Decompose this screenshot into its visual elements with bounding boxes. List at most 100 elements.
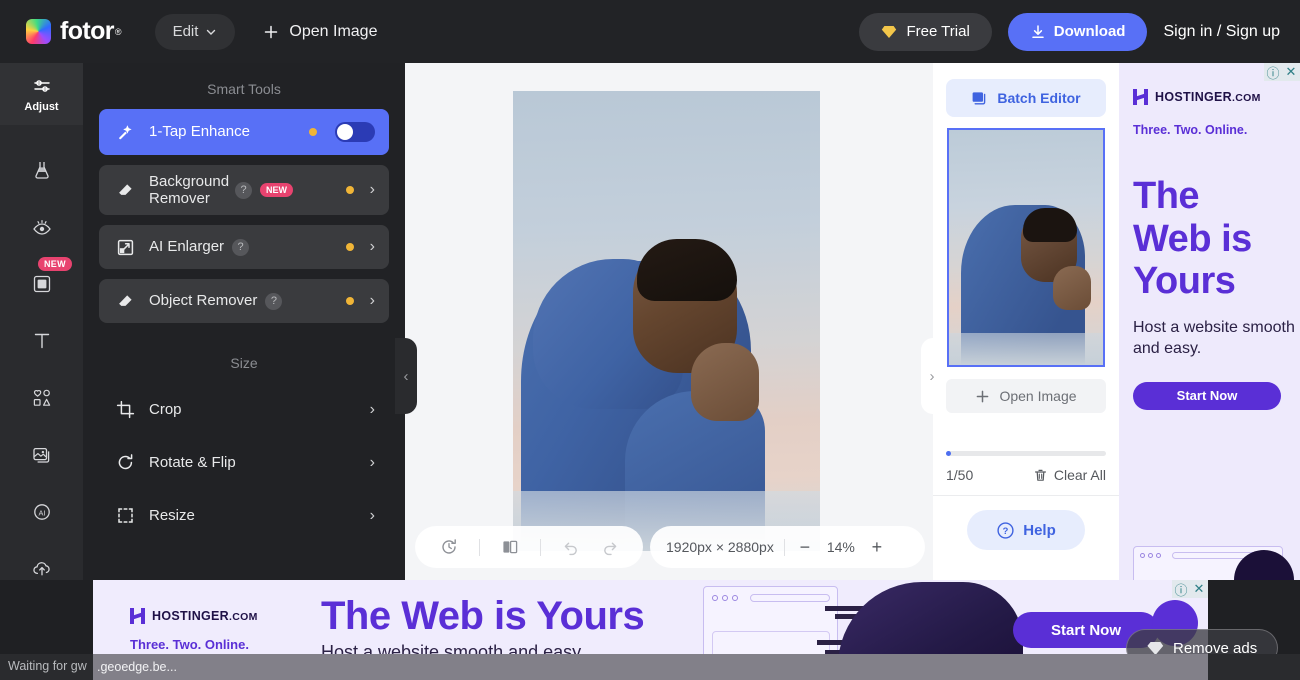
sidebar-item-frame[interactable]: NEW [0, 255, 83, 312]
compare-icon[interactable] [501, 538, 519, 556]
ad-headline: The Web is Yours [321, 594, 645, 638]
trash-icon [1034, 469, 1046, 481]
history-reset-icon[interactable] [440, 538, 458, 556]
eye-icon [32, 219, 51, 235]
tool-ai-enlarger[interactable]: AI Enlarger ? › [99, 225, 389, 269]
fotor-logo[interactable]: fotor ® [26, 17, 122, 46]
ad-headline: The Web is Yours [1133, 175, 1300, 303]
resize-icon [113, 506, 137, 525]
ad-headline-line3: Yours [1133, 260, 1236, 303]
ad-headline-line1: The [1133, 175, 1200, 217]
help-button[interactable]: ? Help [967, 510, 1085, 550]
chevron-right-icon: › [369, 453, 375, 471]
diamond-icon [882, 25, 897, 38]
tool-background-remover[interactable]: Background Remover ? NEW › [99, 165, 389, 215]
chevron-right-icon: › [369, 181, 375, 198]
signin-signup-link[interactable]: Sign in / Sign up [1163, 23, 1280, 41]
canvas-history-toolbar [415, 526, 643, 568]
tool-resize[interactable]: Resize › [99, 489, 389, 542]
plus-icon [265, 25, 278, 38]
crop-icon [113, 400, 137, 419]
sidebar-item-ai[interactable]: AI [0, 483, 83, 540]
edit-dropdown[interactable]: Edit [154, 13, 236, 50]
batch-divider [933, 495, 1119, 496]
sidebar-ad-hostinger[interactable]: ⓘ ✕ HOSTINGER.COM Three. Two. Online. Th… [1119, 63, 1300, 580]
batch-thumbnail[interactable] [947, 128, 1105, 367]
ad-cta-button[interactable]: Start Now [1133, 381, 1281, 410]
free-trial-button[interactable]: Free Trial [859, 12, 992, 51]
batch-count: 1/50 [946, 467, 974, 483]
rotate-icon [113, 453, 137, 472]
clear-all-button[interactable]: Clear All [1033, 467, 1106, 483]
sidebar-item-stickers[interactable] [0, 426, 83, 483]
ad-tagline: Three. Two. Online. [130, 637, 249, 652]
chevron-right-icon: › [369, 238, 375, 255]
sidebar-item-elements[interactable] [0, 369, 83, 426]
cloud-upload-icon [32, 561, 50, 575]
frame-new-badge: NEW [38, 257, 72, 271]
status-overlay-text: .geoedge.be... [93, 654, 1208, 680]
download-button[interactable]: Download [1007, 12, 1148, 51]
info-icon[interactable]: ⓘ [1172, 580, 1190, 598]
collapse-left-panel-handle[interactable]: ‹ [395, 338, 417, 414]
open-image-button[interactable]: Open Image [263, 14, 377, 50]
size-title: Size [230, 355, 258, 371]
tool-rotate-flip-label: Rotate & Flip [149, 453, 236, 471]
collapse-right-panel-handle[interactable]: › [921, 338, 943, 414]
edit-label: Edit [172, 23, 199, 40]
tool-rotate-flip[interactable]: Rotate & Flip › [99, 436, 389, 489]
sidebar-item-retouch[interactable] [0, 198, 83, 255]
sidebar-item-adjust-label: Adjust [24, 100, 59, 113]
pro-dot [345, 297, 354, 305]
chevron-right-icon: › [369, 400, 375, 418]
help-icon[interactable]: ? [235, 181, 252, 199]
tool-background-remover-label: Background Remover [149, 172, 230, 207]
tool-ai-enlarger-label: AI Enlarger [149, 238, 225, 256]
toolbar-divider [539, 538, 541, 556]
open-image-label: Open Image [289, 22, 378, 40]
info-icon[interactable]: ⓘ [1264, 63, 1282, 81]
batch-open-image-button[interactable]: Open Image [946, 379, 1106, 413]
status-text: Waiting for gw [8, 659, 87, 673]
browser-status-bar: Waiting for gw .geoedge.be... [0, 654, 1300, 680]
zoom-in-button[interactable]: + [867, 537, 887, 558]
photo-hand [691, 343, 759, 421]
sidebar-item-text[interactable] [0, 312, 83, 369]
enhance-toggle[interactable] [335, 122, 375, 142]
batch-meta: 1/50 Clear All [946, 467, 1106, 483]
download-label: Download [1053, 23, 1126, 40]
batch-scroll-track[interactable] [946, 451, 1106, 456]
batch-scroll-thumb[interactable] [946, 451, 951, 456]
clear-all-label: Clear All [1053, 467, 1106, 483]
undo-icon[interactable] [562, 538, 580, 556]
tool-1-tap-enhance[interactable]: 1-Tap Enhance [99, 109, 389, 155]
smart-tools-title: Smart Tools [207, 81, 281, 97]
redo-icon[interactable] [601, 538, 619, 556]
zoom-out-button[interactable]: − [795, 537, 815, 558]
ad-brand-logo: HOSTINGER.COM [1133, 89, 1300, 105]
help-label: Help [1023, 521, 1056, 539]
tool-1-tap-enhance-label: 1-Tap Enhance [149, 123, 250, 141]
ad-brand-name: HOSTINGER.COM [1155, 90, 1261, 104]
close-icon[interactable]: ✕ [1282, 63, 1300, 81]
browser-dots-icon [712, 595, 738, 601]
sidebar-item-beauty[interactable] [0, 141, 83, 198]
tool-crop[interactable]: Crop › [99, 383, 389, 436]
image-canvas[interactable]: ‹ › 1920px × 2880px − 14% + [395, 63, 943, 580]
sidebar-item-adjust[interactable]: Adjust [0, 63, 83, 125]
help-icon[interactable]: ? [232, 238, 250, 256]
tool-resize-label: Resize [149, 506, 195, 524]
close-icon[interactable]: ✕ [1190, 580, 1208, 598]
sidebar-item-upload[interactable] [0, 540, 83, 597]
batch-panel: Batch Editor Open Image 1/50 Clear All ?… [933, 63, 1119, 580]
batch-open-image-label: Open Image [999, 388, 1077, 404]
eraser-icon [113, 292, 137, 311]
tool-crop-label: Crop [149, 400, 182, 418]
tool-object-remover[interactable]: Object Remover ? › [99, 279, 389, 323]
help-icon[interactable]: ? [265, 292, 283, 310]
tools-panel: Smart Tools 1-Tap Enhance Background Rem… [83, 63, 405, 580]
canvas-photo [513, 91, 820, 551]
batch-editor-button[interactable]: Batch Editor [946, 79, 1106, 117]
flask-icon [34, 161, 49, 179]
ad-tagline: Three. Two. Online. [1133, 123, 1248, 137]
